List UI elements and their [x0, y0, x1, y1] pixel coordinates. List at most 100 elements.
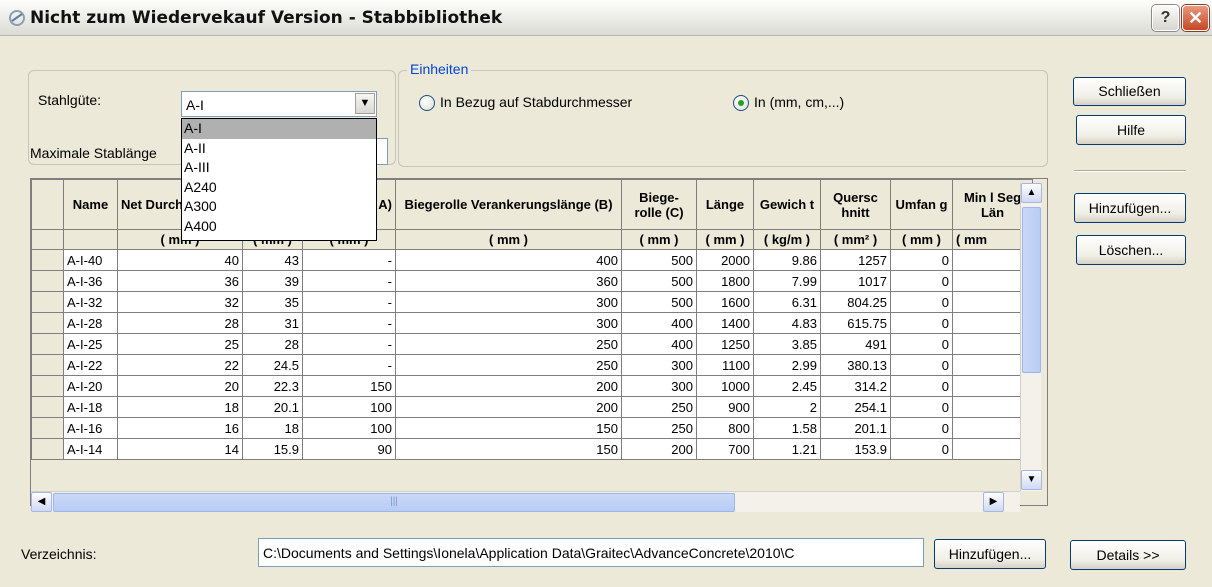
table-cell[interactable]: 300	[395, 312, 622, 334]
table-cell[interactable]: 400	[395, 249, 622, 271]
table-cell[interactable]: 2000	[696, 249, 754, 271]
table-cell[interactable]: 200	[395, 375, 622, 397]
table-cell[interactable]: A-I-40	[63, 249, 118, 271]
table-cell[interactable]: 22	[117, 354, 243, 376]
table-cell[interactable]: 0	[890, 375, 953, 397]
row-header[interactable]	[31, 438, 64, 460]
column-header[interactable]: Biege- rolle (C)	[621, 179, 697, 230]
table-cell[interactable]: 1800	[696, 270, 754, 292]
table-cell[interactable]: 39	[242, 270, 303, 292]
table-cell[interactable]: 2.45	[753, 375, 821, 397]
chevron-down-icon[interactable]: ▼	[355, 93, 375, 114]
row-header[interactable]	[31, 312, 64, 334]
table-cell[interactable]: A-I-18	[63, 396, 118, 418]
table-cell[interactable]: 20.1	[242, 396, 303, 418]
table-cell[interactable]: 28	[117, 312, 243, 334]
table-cell[interactable]: 1600	[696, 291, 754, 313]
table-cell[interactable]: 0	[890, 396, 953, 418]
table-cell[interactable]: 32	[117, 291, 243, 313]
table-row[interactable]: A-I-14 14 15.9 90 150 200 700 1.21 153.9 0	[31, 438, 1033, 460]
table-cell[interactable]: 300	[395, 291, 622, 313]
table-cell[interactable]: 25	[117, 333, 243, 355]
table-cell[interactable]: 800	[696, 417, 754, 439]
table-cell[interactable]: 1400	[696, 312, 754, 334]
table-row[interactable]: A-I-32 32 35-300 500 1600 6.31 804.25 0	[31, 291, 1033, 313]
table-cell[interactable]: 4.83	[753, 312, 821, 334]
add-button[interactable]: Hinzufügen...	[1074, 193, 1186, 223]
table-cell[interactable]: 500	[621, 291, 697, 313]
column-header[interactable]: Länge	[696, 179, 754, 230]
vertical-scroll-thumb[interactable]	[1022, 207, 1041, 373]
table-cell[interactable]: -	[302, 291, 396, 313]
table-cell[interactable]: 0	[890, 312, 953, 334]
row-header[interactable]	[31, 417, 64, 439]
table-cell[interactable]: 2.99	[753, 354, 821, 376]
title-help-button[interactable]: ?	[1152, 5, 1179, 31]
scroll-right-icon[interactable]: ▶	[983, 492, 1004, 512]
table-cell[interactable]: 250	[621, 396, 697, 418]
table-cell[interactable]: 22.3	[242, 375, 303, 397]
table-cell[interactable]: 380.13	[820, 354, 891, 376]
table-cell[interactable]: 0	[890, 270, 953, 292]
table-cell[interactable]: 0	[890, 417, 953, 439]
dropdown-option[interactable]: A400	[182, 217, 376, 237]
scroll-down-icon[interactable]: ▼	[1021, 470, 1042, 490]
table-cell[interactable]: 700	[696, 438, 754, 460]
column-header[interactable]: Gewich t	[753, 179, 821, 230]
row-header[interactable]	[31, 333, 64, 355]
table-cell[interactable]: 28	[242, 333, 303, 355]
table-cell[interactable]: 250	[395, 333, 622, 355]
table-cell[interactable]: 314.2	[820, 375, 891, 397]
table-cell[interactable]: A-I-20	[63, 375, 118, 397]
row-header[interactable]	[31, 375, 64, 397]
table-cell[interactable]: 3.85	[753, 333, 821, 355]
table-cell[interactable]: 150	[395, 438, 622, 460]
table-cell[interactable]: 0	[890, 354, 953, 376]
table-cell[interactable]: 18	[242, 417, 303, 439]
table-cell[interactable]: 35	[242, 291, 303, 313]
table-cell[interactable]: 1257	[820, 249, 891, 271]
table-cell[interactable]: 6.31	[753, 291, 821, 313]
table-cell[interactable]: 360	[395, 270, 622, 292]
table-cell[interactable]: 200	[395, 396, 622, 418]
table-cell[interactable]: -	[302, 312, 396, 334]
table-cell[interactable]: 24.5	[242, 354, 303, 376]
table-cell[interactable]: 16	[117, 417, 243, 439]
table-cell[interactable]: -	[302, 333, 396, 355]
scroll-left-icon[interactable]: ◀	[31, 492, 52, 512]
table-cell[interactable]: 400	[621, 333, 697, 355]
table-cell[interactable]: 0	[890, 291, 953, 313]
column-header[interactable]: Name	[63, 179, 118, 230]
radio-absolute-label[interactable]: In (mm, cm,...)	[754, 94, 844, 110]
table-row[interactable]: A-I-36 36 39-360 500 1800 7.99 1017 0	[31, 270, 1033, 292]
dropdown-option[interactable]: A300	[182, 197, 376, 217]
table-cell[interactable]: 18	[117, 396, 243, 418]
table-row[interactable]: A-I-25 25 28-250 400 1250 3.85 491 0	[31, 333, 1033, 355]
table-cell[interactable]: 9.86	[753, 249, 821, 271]
steel-grade-combo[interactable]: A-I ▼	[181, 91, 377, 117]
row-header[interactable]	[31, 270, 64, 292]
table-cell[interactable]: 0	[890, 249, 953, 271]
row-header[interactable]	[31, 249, 64, 271]
table-cell[interactable]: 90	[302, 438, 396, 460]
delete-button[interactable]: Löschen...	[1076, 235, 1186, 265]
details-button[interactable]: Details >>	[1070, 540, 1186, 570]
dropdown-option[interactable]: A-I	[182, 119, 376, 139]
table-cell[interactable]: 300	[621, 354, 697, 376]
table-cell[interactable]: 900	[696, 396, 754, 418]
directory-field[interactable]: C:\Documents and Settings\Ionela\Applica…	[258, 538, 924, 567]
table-cell[interactable]: 0	[890, 333, 953, 355]
table-cell[interactable]: 1000	[696, 375, 754, 397]
table-row[interactable]: A-I-16 16 18 100 150 250 800 1.58 201.1 0	[31, 417, 1033, 439]
table-row[interactable]: A-I-20 20 22.3 150 200 300 1000 2.45 314.2 0	[31, 375, 1033, 397]
table-cell[interactable]: 1.21	[753, 438, 821, 460]
radio-relative[interactable]	[419, 95, 435, 111]
table-cell[interactable]: 14	[117, 438, 243, 460]
table-cell[interactable]: 1250	[696, 333, 754, 355]
table-cell[interactable]: -	[302, 354, 396, 376]
table-cell[interactable]: A-I-32	[63, 291, 118, 313]
radio-absolute[interactable]	[733, 95, 749, 111]
table-cell[interactable]: 20	[117, 375, 243, 397]
table-cell[interactable]: 150	[302, 375, 396, 397]
table-cell[interactable]: A-I-22	[63, 354, 118, 376]
